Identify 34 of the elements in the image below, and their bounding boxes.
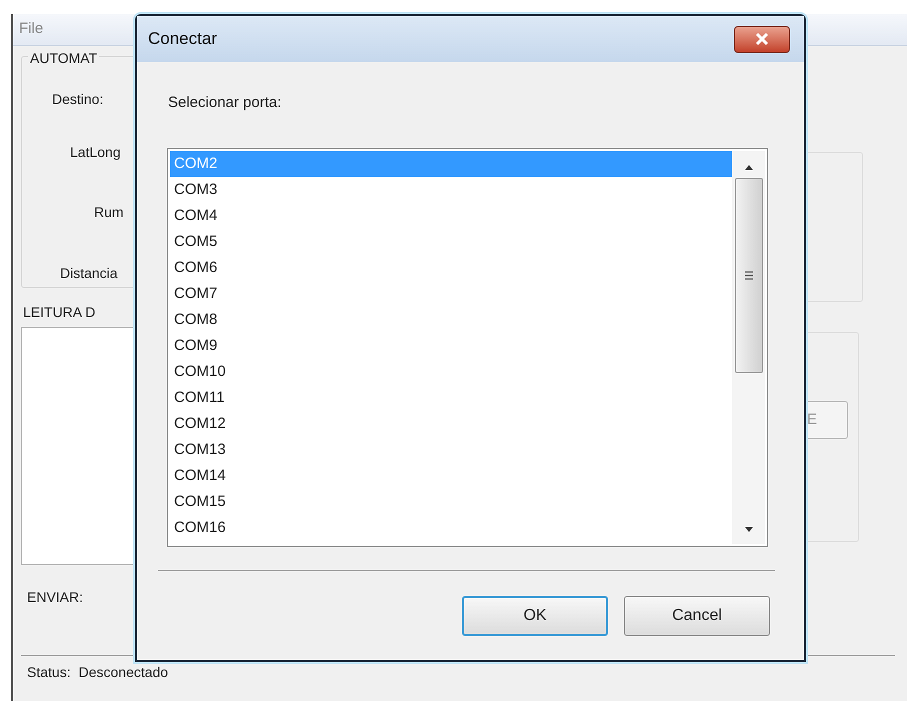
port-item[interactable]: COM10 xyxy=(170,358,732,384)
port-item[interactable]: COM9 xyxy=(170,332,732,358)
scrollbar[interactable] xyxy=(732,150,765,544)
field-label: LatLong xyxy=(70,144,121,160)
port-item[interactable]: COM13 xyxy=(170,436,732,462)
status-value: Desconectado xyxy=(78,663,168,682)
dialog-button[interactable]: OK xyxy=(462,596,608,636)
send-label: ENVIAR: xyxy=(27,588,84,604)
scroll-down-icon[interactable] xyxy=(744,526,752,532)
close-icon xyxy=(755,33,769,45)
port-item[interactable]: COM16 xyxy=(170,514,732,540)
port-item[interactable]: COM6 xyxy=(170,254,732,280)
port-item[interactable]: COM14 xyxy=(170,462,732,488)
port-item[interactable]: COM7 xyxy=(170,280,732,306)
scroll-thumb[interactable] xyxy=(734,178,762,372)
field-label: Rum xyxy=(94,204,124,220)
group-title: LEITURA D xyxy=(22,304,96,320)
port-item[interactable]: COM5 xyxy=(170,228,732,254)
dialog-button[interactable]: Cancel xyxy=(624,596,770,636)
scroll-up-icon[interactable] xyxy=(744,164,752,170)
port-item[interactable]: COM3 xyxy=(170,176,732,202)
dialog-title: Conectar xyxy=(148,28,217,50)
grip-icon xyxy=(744,270,752,280)
status-label: Status: xyxy=(27,663,71,682)
close-button[interactable] xyxy=(734,26,790,52)
port-item[interactable]: COM12 xyxy=(170,410,732,436)
prompt-label: Selecionar porta: xyxy=(168,94,282,111)
field-label: Distancia xyxy=(60,264,118,280)
port-item[interactable]: COM8 xyxy=(170,306,732,332)
port-list[interactable]: COM2 COM3 COM4 COM5 COM6 COM7 COM8 COM9 COM10 COM11 COM12 COM13 COM14 COM15 COM16 xyxy=(167,148,768,546)
field-label: Destino: xyxy=(52,91,104,107)
port-item[interactable]: COM11 xyxy=(170,384,732,410)
port-item[interactable]: COM4 xyxy=(170,202,732,228)
port-item[interactable]: COM15 xyxy=(170,488,732,514)
